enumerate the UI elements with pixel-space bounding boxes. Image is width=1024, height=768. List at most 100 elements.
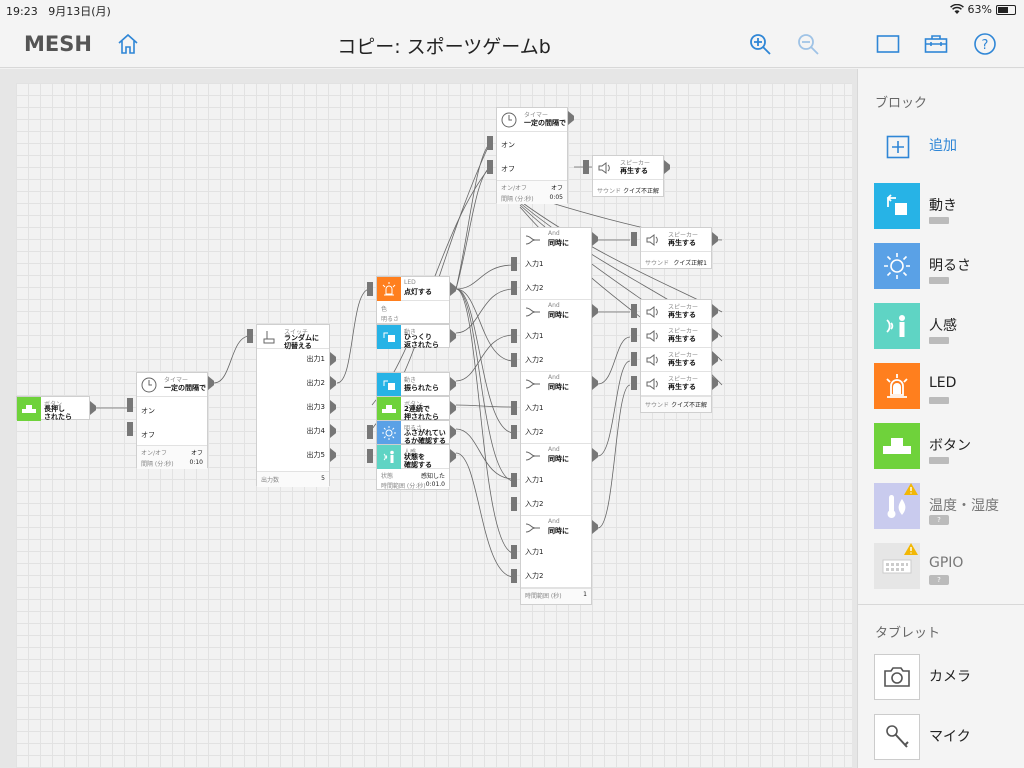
unknown-battery-badge: ? [929, 515, 949, 525]
microphone-icon [874, 714, 920, 760]
palette-item-move[interactable]: 動き [874, 183, 1024, 231]
battery-indicator [929, 337, 949, 344]
human-sensor-block[interactable]: 人感 状態を 確認する 状態 感知した 時間範囲 (分:秒) 0:01.0 [376, 444, 450, 490]
button-block-double-press[interactable]: ボタン 2連続で 押されたら [376, 396, 450, 421]
button-icon [874, 423, 920, 469]
panel-toggle-icon[interactable] [876, 32, 900, 56]
input-port[interactable] [631, 232, 637, 246]
tablet-section-title: タブレット [875, 626, 941, 641]
speaker-block[interactable]: スピーカー 再生する [641, 348, 711, 372]
input-port[interactable] [631, 328, 637, 342]
input-port[interactable] [127, 398, 133, 412]
speaker-block[interactable]: スピーカー 再生する [641, 324, 711, 348]
plus-icon [886, 135, 910, 159]
led-icon [377, 277, 401, 301]
brightness-block[interactable]: 明るさ ふさがれてい るか確認する [376, 420, 450, 445]
button-block-long-press[interactable]: ボタン 長押し されたら [16, 396, 90, 421]
input-port[interactable] [511, 497, 517, 511]
input-port[interactable] [631, 304, 637, 318]
led-block[interactable]: LED 点灯する 色 明るさ [376, 276, 450, 324]
speaker-icon [641, 348, 665, 372]
palette-item-button[interactable]: ボタン [874, 423, 1024, 471]
move-block-shake[interactable]: 動き 振られたら [376, 372, 450, 397]
speaker-block[interactable]: スピーカー 再生する [641, 372, 711, 396]
input-port[interactable] [511, 401, 517, 415]
palette-item-gpio[interactable]: GPIO? [874, 543, 1024, 591]
palette-item-microphone[interactable]: マイク [874, 714, 1024, 762]
camera-icon [874, 654, 920, 700]
clock-icon [497, 108, 521, 132]
speaker-block-top[interactable]: スピーカー 再生する サウンド クイズ不正解 [592, 155, 664, 197]
and-icon [521, 444, 545, 468]
block-palette: ブロック 追加 動き明るさ人感 LED ボタン温度・湿度? GPIO? タブレット カ… [857, 69, 1024, 768]
input-port[interactable] [367, 449, 373, 463]
button-icon [17, 397, 41, 421]
speaker-stack-incorrect[interactable]: スピーカー 再生する スピーカー 再生する スピーカー 再生する スピーカー 再生する サウンド… [640, 299, 712, 413]
palette-item-temperature-humidity[interactable]: 温度・湿度? [874, 483, 1024, 531]
input-port[interactable] [511, 281, 517, 295]
input-port[interactable] [511, 569, 517, 583]
and-icon [521, 516, 545, 540]
input-port[interactable] [511, 257, 517, 271]
wifi-icon [949, 4, 964, 14]
zoom-out-icon[interactable] [796, 32, 820, 56]
svg-text:?: ? [982, 38, 989, 53]
palette-item-brightness[interactable]: 明るさ [874, 243, 1024, 291]
speaker-icon [641, 372, 665, 396]
switch-icon [257, 325, 281, 349]
input-port[interactable] [511, 425, 517, 439]
recipe-canvas[interactable]: ボタン 長押し されたら タイマー 一定の間隔で オン オフ オン/オフ オフ … [0, 69, 857, 768]
and-icon [521, 372, 545, 396]
zoom-in-icon[interactable] [748, 32, 772, 56]
speaker-block[interactable]: スピーカー 再生する [641, 300, 711, 324]
speaker-icon [641, 300, 665, 324]
and-block[interactable]: And 同時に 入力1 入力2 [521, 372, 591, 444]
help-icon[interactable]: ? [973, 32, 997, 56]
input-port[interactable] [583, 160, 589, 174]
speaker-icon [641, 228, 665, 252]
input-port[interactable] [487, 136, 493, 150]
battery-percent: 63% [967, 3, 992, 16]
move-block-flip[interactable]: 動き ひっくり 返されたら [376, 324, 450, 349]
block-section-title: ブロック [875, 96, 928, 111]
switch-block[interactable]: スイッチ ランダムに 切替える 出力1 出力2 出力3 出力4 出力5 出力数 … [256, 324, 330, 487]
input-port[interactable] [127, 422, 133, 436]
led-icon [874, 363, 920, 409]
move-icon [377, 325, 401, 349]
input-port[interactable] [367, 282, 373, 296]
and-block[interactable]: And 同時に 入力1 入力2 [521, 444, 591, 516]
and-block[interactable]: And 同時に 入力1 入力2 [521, 516, 591, 588]
input-port[interactable] [631, 352, 637, 366]
input-port[interactable] [511, 353, 517, 367]
and-block[interactable]: And 同時に 入力1 入力2 [521, 228, 591, 300]
battery-indicator [929, 457, 949, 464]
human-sensor-icon [377, 445, 401, 469]
palette-item-led[interactable]: LED [874, 363, 1024, 411]
battery-indicator [929, 217, 949, 224]
button-icon [377, 397, 401, 421]
warning-icon [904, 543, 918, 555]
and-block[interactable]: And 同時に 入力1 入力2 [521, 300, 591, 372]
input-port[interactable] [367, 425, 373, 439]
input-port[interactable] [247, 329, 253, 343]
palette-item-human-sensor[interactable]: 人感 [874, 303, 1024, 351]
toolbox-icon[interactable] [924, 32, 948, 56]
battery-icon [996, 4, 1016, 15]
and-icon [521, 300, 545, 324]
add-block-button[interactable]: 追加 [874, 123, 1024, 171]
and-icon [521, 228, 545, 252]
palette-item-camera[interactable]: カメラ [874, 654, 1024, 702]
status-time: 19:23 9月13日(月) [6, 5, 111, 18]
input-port[interactable] [511, 329, 517, 343]
and-stack[interactable]: And 同時に 入力1 入力2 And 同時に 入力1 入力2 And 同時に 入力1 入力2 And 同… [520, 227, 592, 605]
timer-block-1[interactable]: タイマー 一定の間隔で オン オフ オン/オフ オフ 間隔 (分:秒) 0:10 [136, 372, 208, 469]
input-port[interactable] [487, 160, 493, 174]
speaker-icon [593, 156, 617, 180]
speaker-block-correct[interactable]: スピーカー 再生する サウンド クイズ正解1 [640, 227, 712, 269]
input-port[interactable] [511, 473, 517, 487]
input-port[interactable] [511, 545, 517, 559]
input-port[interactable] [631, 376, 637, 390]
status-bar: 19:23 9月13日(月) 63% [0, 0, 1024, 20]
brightness-icon [874, 243, 920, 289]
timer-block-2[interactable]: タイマー 一定の間隔で オン オフ オン/オフ オフ 間隔 (分:秒) 0:05 [496, 107, 568, 204]
